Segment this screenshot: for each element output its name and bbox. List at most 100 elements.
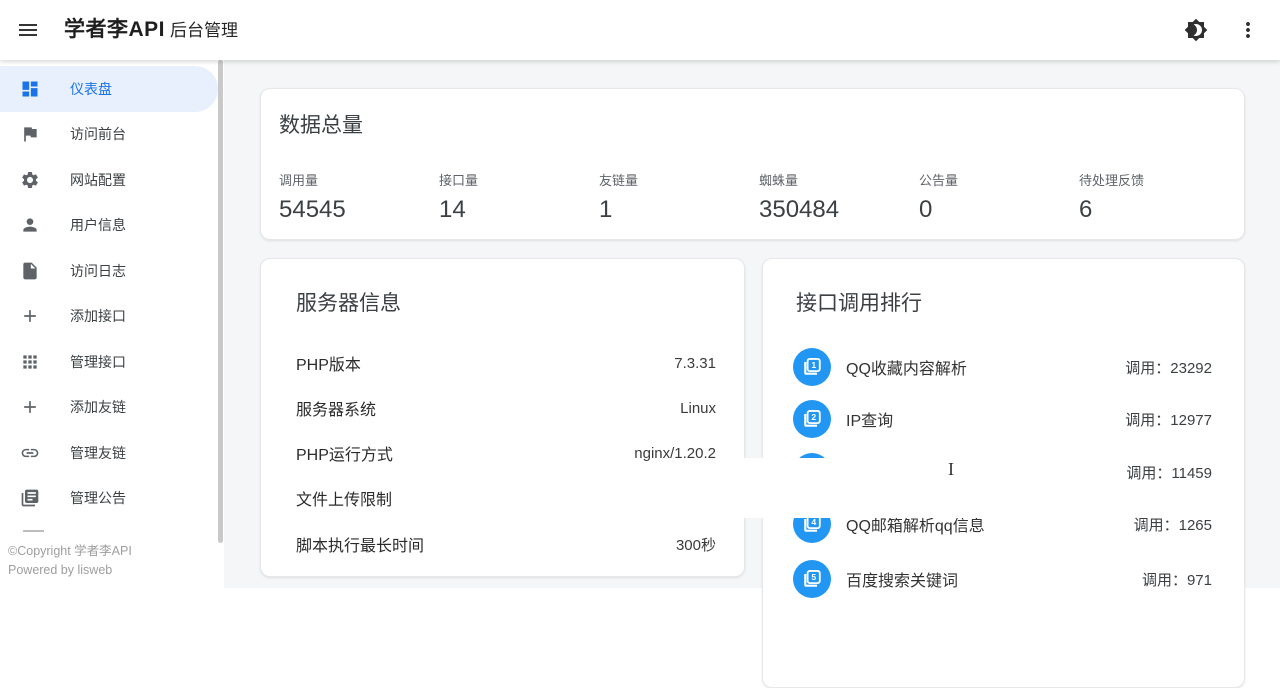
- stat-value: 0: [919, 196, 933, 223]
- ranking-item-calls: 调用：23292: [1125, 359, 1212, 377]
- server-row-label: 服务器系统: [296, 402, 377, 419]
- menu-button[interactable]: [16, 18, 40, 42]
- stat-value: 14: [439, 196, 466, 223]
- server-card-title: 服务器信息: [296, 292, 401, 315]
- stat-label: 待处理反馈: [1079, 173, 1145, 188]
- gear-icon: [20, 170, 40, 190]
- ranking-item: 1 QQ收藏内容解析 调用：23292: [793, 348, 1212, 386]
- sidebar-item-label: 添加接口: [70, 308, 126, 325]
- copyright-text: ©Copyright 学者李API: [8, 544, 132, 558]
- more-menu-button[interactable]: [1236, 18, 1260, 42]
- rank-5-icon: 5: [793, 560, 831, 598]
- flag-icon: [20, 124, 40, 144]
- server-row-value: Linux: [680, 399, 716, 417]
- page-subtitle: 后台管理: [170, 21, 238, 40]
- sidebar-item-label: 添加友链: [70, 399, 126, 416]
- app-header: 学者李API 后台管理: [0, 0, 1280, 60]
- ranking-item-calls: 调用：12977: [1125, 411, 1212, 429]
- sidebar-item-user-info[interactable]: 用户信息: [0, 203, 218, 249]
- ranking-item: 5 百度搜索关键词 调用：971: [793, 560, 1212, 598]
- plus-icon: [20, 397, 40, 417]
- sidebar-item-label: 网站配置: [70, 171, 126, 188]
- kebab-menu-icon: [1236, 18, 1260, 42]
- app-title: 学者李API: [64, 18, 166, 41]
- sidebar-item-label: 管理公告: [70, 490, 126, 507]
- server-info-row: 文件上传限制: [296, 488, 716, 509]
- sidebar-item-manage-friendlink[interactable]: 管理友链: [0, 430, 218, 476]
- sidebar-item-label: 访问前台: [70, 126, 126, 143]
- text-cursor-icon: I: [948, 459, 954, 479]
- stat-spider-count: 蜘蛛量 350484: [759, 170, 919, 224]
- censor-overlay: I: [660, 458, 1112, 518]
- svg-text:1: 1: [811, 360, 816, 370]
- stats-row: 调用量 54545 接口量 14 友链量 1 蜘蛛量 350484 公告量 0 …: [279, 170, 1239, 224]
- ranking-card-title: 接口调用排行: [796, 292, 922, 315]
- server-row-label: PHP版本: [296, 357, 361, 374]
- file-icon: [20, 261, 40, 281]
- stat-announcement-count: 公告量 0: [919, 170, 1079, 224]
- stat-value: 54545: [279, 196, 346, 223]
- sidebar-item-dashboard[interactable]: 仪表盘: [0, 66, 218, 112]
- server-row-value: 7.3.31: [674, 354, 716, 372]
- rank-2-icon: 2: [793, 400, 831, 438]
- server-info-row: PHP运行方式 nginx/1.20.2: [296, 443, 716, 465]
- sidebar: 仪表盘 访问前台 网站配置 用户信息 访问日志 添加接口 管理接口 添加友链 管…: [0, 60, 224, 588]
- stat-label: 友链量: [599, 173, 639, 188]
- sidebar-item-visit-frontend[interactable]: 访问前台: [0, 112, 218, 158]
- server-row-value: 300秒: [675, 536, 716, 554]
- link-icon: [20, 443, 40, 463]
- stat-call-count: 调用量 54545: [279, 170, 439, 224]
- svg-text:4: 4: [811, 517, 816, 527]
- stat-label: 接口量: [439, 173, 479, 188]
- stat-friendlink-count: 友链量 1: [599, 170, 759, 224]
- sidebar-item-manage-api[interactable]: 管理接口: [0, 339, 218, 385]
- stat-api-count: 接口量 14: [439, 170, 599, 224]
- sidebar-item-site-config[interactable]: 网站配置: [0, 157, 218, 203]
- ranking-item-name: 百度搜索关键词: [846, 573, 959, 590]
- sidebar-item-add-friendlink[interactable]: 添加友链: [0, 385, 218, 431]
- theme-toggle-button[interactable]: [1184, 18, 1208, 42]
- sidebar-item-manage-announcement[interactable]: 管理公告: [0, 476, 218, 522]
- server-row-label: 脚本执行最长时间: [296, 538, 425, 555]
- hamburger-icon: [16, 18, 40, 42]
- sidebar-footer: ©Copyright 学者李API Powered by lisweb: [0, 530, 218, 580]
- server-row-label: 文件上传限制: [296, 492, 393, 509]
- sidebar-item-label: 访问日志: [70, 262, 126, 279]
- server-row-label: PHP运行方式: [296, 447, 393, 464]
- plus-icon: [20, 306, 40, 326]
- stat-pending-feedback: 待处理反馈 6: [1079, 170, 1239, 224]
- stat-label: 调用量: [279, 173, 319, 188]
- ranking-item-calls: 调用：1265: [1133, 516, 1212, 534]
- sidebar-item-label: 管理友链: [70, 444, 126, 461]
- server-info-row: 服务器系统 Linux: [296, 398, 716, 420]
- ranking-item: 2 IP查询 调用：12977: [793, 400, 1212, 438]
- sidebar-item-access-log[interactable]: 访问日志: [0, 248, 218, 294]
- server-info-card: 服务器信息 PHP版本 7.3.31 服务器系统 Linux PHP运行方式 n…: [260, 258, 745, 577]
- stats-card: 数据总量 调用量 54545 接口量 14 友链量 1 蜘蛛量 350484 公…: [260, 88, 1245, 240]
- ranking-item-calls: 调用：971: [1141, 571, 1212, 589]
- ranking-item-name: IP查询: [846, 413, 894, 430]
- dashboard-icon: [20, 79, 40, 99]
- stat-label: 公告量: [919, 173, 959, 188]
- powered-by-text: Powered by lisweb: [8, 563, 113, 577]
- sidebar-item-label: 管理接口: [70, 353, 126, 370]
- sidebar-nav: 仪表盘 访问前台 网站配置 用户信息 访问日志 添加接口 管理接口 添加友链 管…: [0, 60, 224, 521]
- sidebar-item-label: 仪表盘: [70, 80, 112, 97]
- library-icon: [20, 488, 40, 508]
- svg-text:2: 2: [811, 412, 816, 422]
- server-info-row: PHP版本 7.3.31: [296, 353, 716, 375]
- stat-value: 6: [1079, 196, 1093, 223]
- ranking-item-calls: 调用：11459: [1126, 464, 1212, 482]
- stat-value: 350484: [759, 196, 840, 223]
- brightness-icon: [1184, 18, 1208, 42]
- stats-card-title: 数据总量: [279, 114, 363, 137]
- server-info-row: 脚本执行最长时间 300秒: [296, 534, 716, 556]
- sidebar-item-add-api[interactable]: 添加接口: [0, 294, 218, 340]
- stat-label: 蜘蛛量: [759, 173, 799, 188]
- stat-value: 1: [599, 196, 613, 223]
- apps-grid-icon: [20, 352, 40, 372]
- ranking-item-name: QQ收藏内容解析: [846, 361, 967, 378]
- rank-1-icon: 1: [793, 348, 831, 386]
- footer-divider: [23, 530, 44, 532]
- sidebar-scrollbar[interactable]: [218, 60, 223, 543]
